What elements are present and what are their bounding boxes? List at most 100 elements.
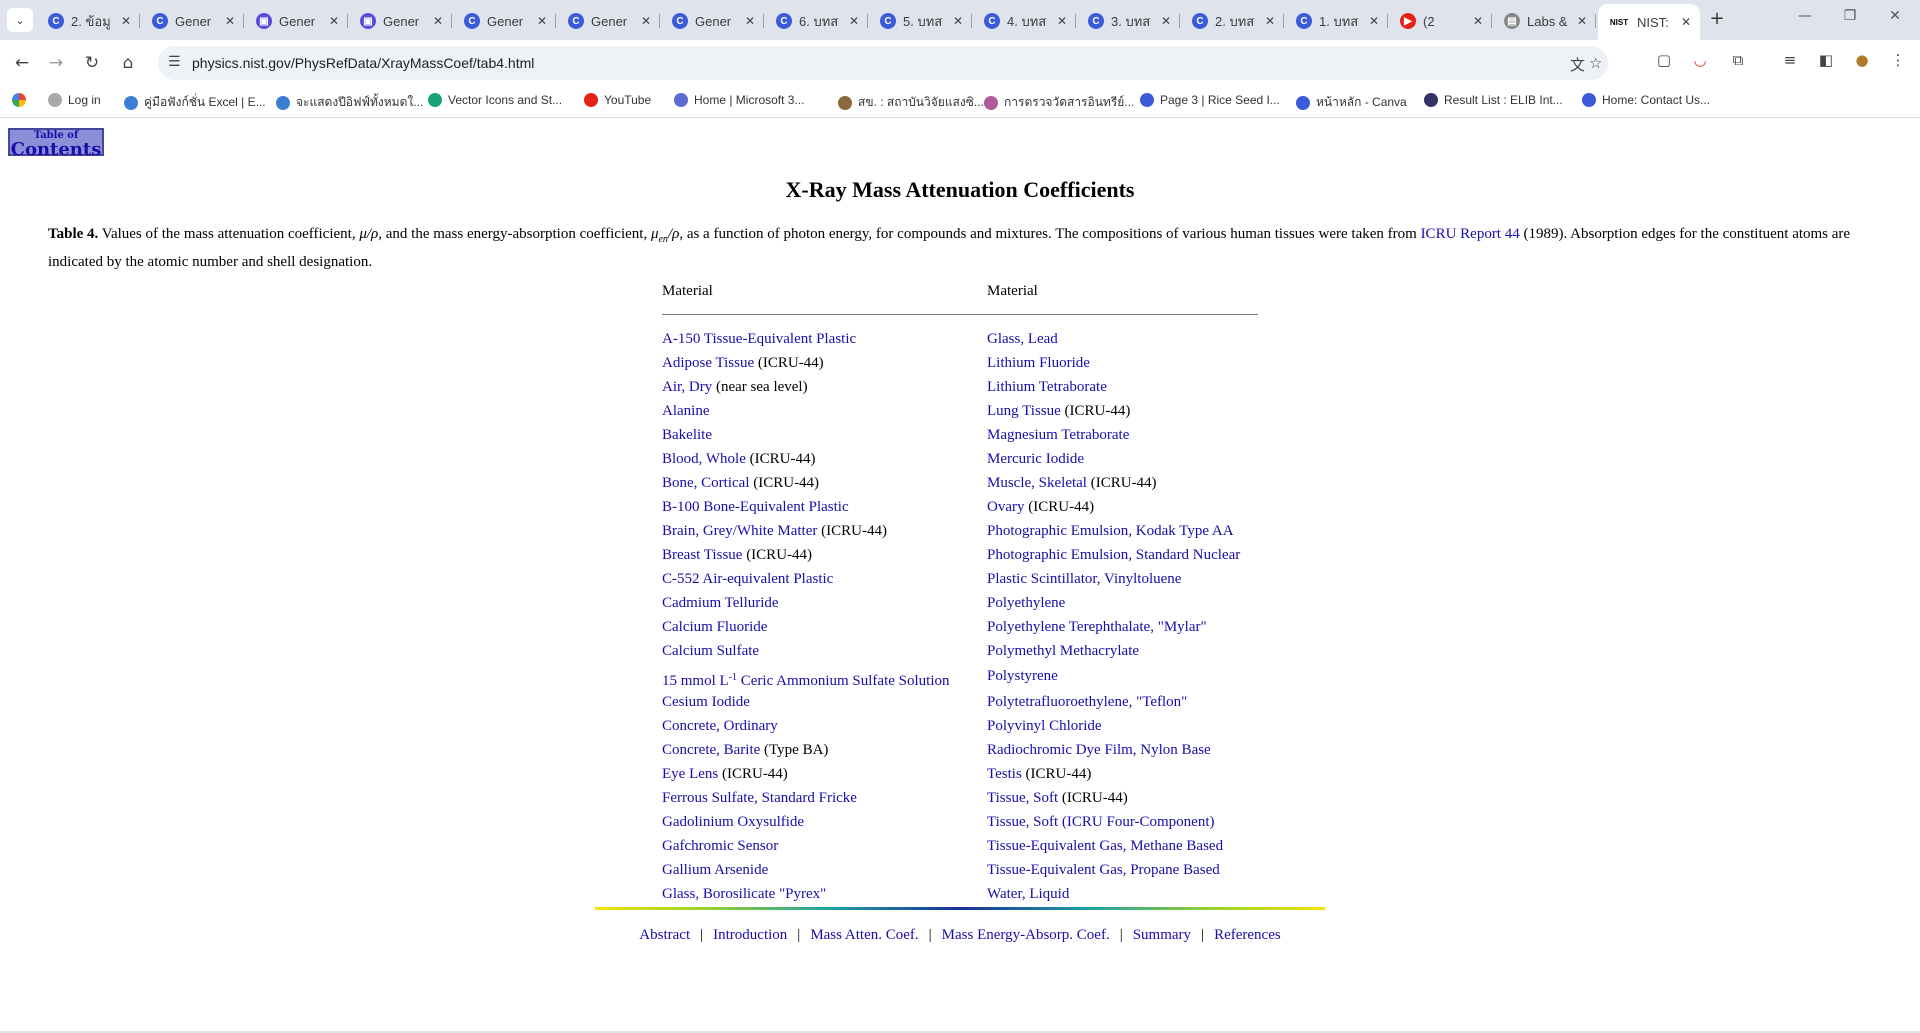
bookmark-item[interactable]: Result List : ELIB Int... <box>1424 93 1563 107</box>
material-link[interactable]: Magnesium Tetraborate <box>987 427 1129 443</box>
material-link[interactable]: Gallium Arsenide <box>662 862 768 878</box>
material-link[interactable]: Alanine <box>662 403 709 419</box>
browser-tab[interactable]: C 3. บทส ✕ <box>1078 6 1180 36</box>
footer-link[interactable]: Introduction <box>713 927 787 943</box>
material-link[interactable]: Blood, Whole <box>662 451 746 467</box>
restore-icon[interactable]: ❐ <box>1835 8 1865 24</box>
material-link[interactable]: Photographic Emulsion, Kodak Type AA <box>987 523 1234 539</box>
tab-close-icon[interactable]: ✕ <box>742 14 758 28</box>
tab-search-chevron-icon[interactable]: ⌄ <box>7 8 33 32</box>
material-link[interactable]: Muscle, Skeletal <box>987 475 1087 491</box>
material-link[interactable]: Brain, Grey/White Matter <box>662 523 817 539</box>
minimize-icon[interactable]: — <box>1790 8 1820 24</box>
tab-close-icon[interactable]: ✕ <box>950 14 966 28</box>
material-link[interactable]: C-552 Air-equivalent Plastic <box>662 571 833 587</box>
material-link[interactable]: Cesium Iodide <box>662 694 750 710</box>
material-link[interactable]: 15 mmol L-1 Ceric Ammonium Sulfate Solut… <box>662 672 950 689</box>
browser-tab[interactable]: C Gener ✕ <box>454 6 556 36</box>
bookmark-item[interactable]: Page 3 | Rice Seed I... <box>1140 93 1280 107</box>
material-link[interactable]: Polyethylene <box>987 595 1065 611</box>
material-link[interactable]: Water, Liquid <box>987 886 1069 902</box>
url-text[interactable]: physics.nist.gov/PhysRefData/XrayMassCoe… <box>192 55 534 71</box>
material-link[interactable]: Cadmium Telluride <box>662 595 779 611</box>
media-control-icon[interactable]: ≡ <box>1778 51 1802 69</box>
browser-tab[interactable]: C 5. บทส ✕ <box>870 6 972 36</box>
browser-tab[interactable]: C Gener ✕ <box>142 6 244 36</box>
browser-tab[interactable]: C Gener ✕ <box>662 6 764 36</box>
material-link[interactable]: Glass, Borosilicate "Pyrex" <box>662 886 826 902</box>
bookmark-item[interactable]: Log in <box>48 93 101 107</box>
material-link[interactable]: Photographic Emulsion, Standard Nuclear <box>987 547 1240 563</box>
material-link[interactable]: Adipose Tissue <box>662 355 754 371</box>
material-link[interactable]: Polymethyl Methacrylate <box>987 643 1139 659</box>
tab-close-icon[interactable]: ✕ <box>1678 15 1694 29</box>
apps-icon[interactable] <box>12 93 32 107</box>
bookmark-item[interactable]: การตรวจวัดสารอินทรีย์... <box>984 93 1134 112</box>
translate-icon[interactable]: 文 <box>1570 54 1585 75</box>
side-panel-icon[interactable]: ◧ <box>1814 51 1838 69</box>
material-link[interactable]: Tissue-Equivalent Gas, Propane Based <box>987 862 1220 878</box>
material-link[interactable]: B-100 Bone-Equivalent Plastic <box>662 499 849 515</box>
material-link[interactable]: Tissue, Soft (ICRU Four-Component) <box>987 814 1215 830</box>
tab-close-icon[interactable]: ✕ <box>1470 14 1486 28</box>
material-link[interactable]: Concrete, Ordinary <box>662 718 778 734</box>
browser-tab[interactable]: C 2. บทส ✕ <box>1182 6 1284 36</box>
table-of-contents-button[interactable]: Table of Contents <box>8 128 104 159</box>
browser-tab[interactable]: C 2. ข้อมู ✕ <box>38 6 140 36</box>
tab-close-icon[interactable]: ✕ <box>1366 14 1382 28</box>
material-link[interactable]: Gafchromic Sensor <box>662 838 778 854</box>
footer-link[interactable]: References <box>1214 927 1281 943</box>
tab-close-icon[interactable]: ✕ <box>1054 14 1070 28</box>
material-link[interactable]: Eye Lens <box>662 766 718 782</box>
material-link[interactable]: Calcium Sulfate <box>662 643 759 659</box>
reload-icon[interactable]: ↻ <box>80 51 104 75</box>
tab-close-icon[interactable]: ✕ <box>534 14 550 28</box>
bookmark-item[interactable]: หน้าหลัก - Canva <box>1296 93 1407 112</box>
browser-tab[interactable]: C Gener ✕ <box>558 6 660 36</box>
browser-tab[interactable]: ▤ Labs & ✕ <box>1494 6 1596 36</box>
material-link[interactable]: Polytetrafluoroethylene, "Teflon" <box>987 694 1187 710</box>
address-bar[interactable]: ☰ physics.nist.gov/PhysRefData/XrayMassC… <box>158 46 1608 80</box>
extension-chat-icon[interactable]: ▢ <box>1652 51 1676 69</box>
extensions-puzzle-icon[interactable]: ⧉ <box>1726 51 1750 69</box>
material-link[interactable]: Lithium Tetraborate <box>987 379 1107 395</box>
footer-link[interactable]: Abstract <box>639 927 690 943</box>
new-tab-plus-icon[interactable]: + <box>1705 8 1729 29</box>
material-link[interactable]: Bone, Cortical <box>662 475 749 491</box>
bookmark-star-icon[interactable]: ☆ <box>1589 54 1602 72</box>
material-link[interactable]: Mercuric Iodide <box>987 451 1084 467</box>
menu-dots-icon[interactable]: ⋮ <box>1886 51 1910 69</box>
browser-tab[interactable]: ▣ Gener ✕ <box>246 6 348 36</box>
bookmark-item[interactable]: สข. : สถาบันวิจัยแสงซิ... <box>838 93 984 112</box>
tab-close-icon[interactable]: ✕ <box>118 14 134 28</box>
material-link[interactable]: Breast Tissue <box>662 547 742 563</box>
bookmark-item[interactable]: Home: Contact Us... <box>1582 93 1710 107</box>
tab-close-icon[interactable]: ✕ <box>638 14 654 28</box>
browser-tab[interactable]: ▶ (2 ✕ <box>1390 6 1492 36</box>
bookmark-item[interactable]: Vector Icons and St... <box>428 93 562 107</box>
material-link[interactable]: Testis <box>987 766 1022 782</box>
tab-close-icon[interactable]: ✕ <box>1158 14 1174 28</box>
browser-tab[interactable]: C 6. บทส ✕ <box>766 6 868 36</box>
material-link[interactable]: A-150 Tissue-Equivalent Plastic <box>662 331 856 347</box>
tab-close-icon[interactable]: ✕ <box>846 14 862 28</box>
material-link[interactable]: Lung Tissue <box>987 403 1061 419</box>
tab-close-icon[interactable]: ✕ <box>1574 14 1590 28</box>
browser-tab[interactable]: C 1. บทส ✕ <box>1286 6 1388 36</box>
material-link[interactable]: Radiochromic Dye Film, Nylon Base <box>987 742 1211 758</box>
footer-link[interactable]: Mass Atten. Coef. <box>810 927 918 943</box>
material-link[interactable]: Concrete, Barite <box>662 742 760 758</box>
close-window-icon[interactable]: ✕ <box>1880 8 1910 24</box>
material-link[interactable]: Gadolinium Oxysulfide <box>662 814 804 830</box>
pocket-icon[interactable]: ◡ <box>1688 51 1712 69</box>
material-link[interactable]: Glass, Lead <box>987 331 1058 347</box>
material-link[interactable]: Tissue-Equivalent Gas, Methane Based <box>987 838 1223 854</box>
footer-link[interactable]: Summary <box>1133 927 1191 943</box>
browser-tab[interactable]: ▣ Gener ✕ <box>350 6 452 36</box>
browser-tab[interactable]: C 4. บทส ✕ <box>974 6 1076 36</box>
tab-close-icon[interactable]: ✕ <box>222 14 238 28</box>
forward-arrow-icon[interactable]: → <box>44 51 68 75</box>
material-link[interactable]: Polystyrene <box>987 668 1058 684</box>
bookmark-item[interactable]: จะแสดงปีอิฟฟ์ทั้งหมดใ... <box>276 93 423 112</box>
material-link[interactable]: Lithium Fluoride <box>987 355 1090 371</box>
